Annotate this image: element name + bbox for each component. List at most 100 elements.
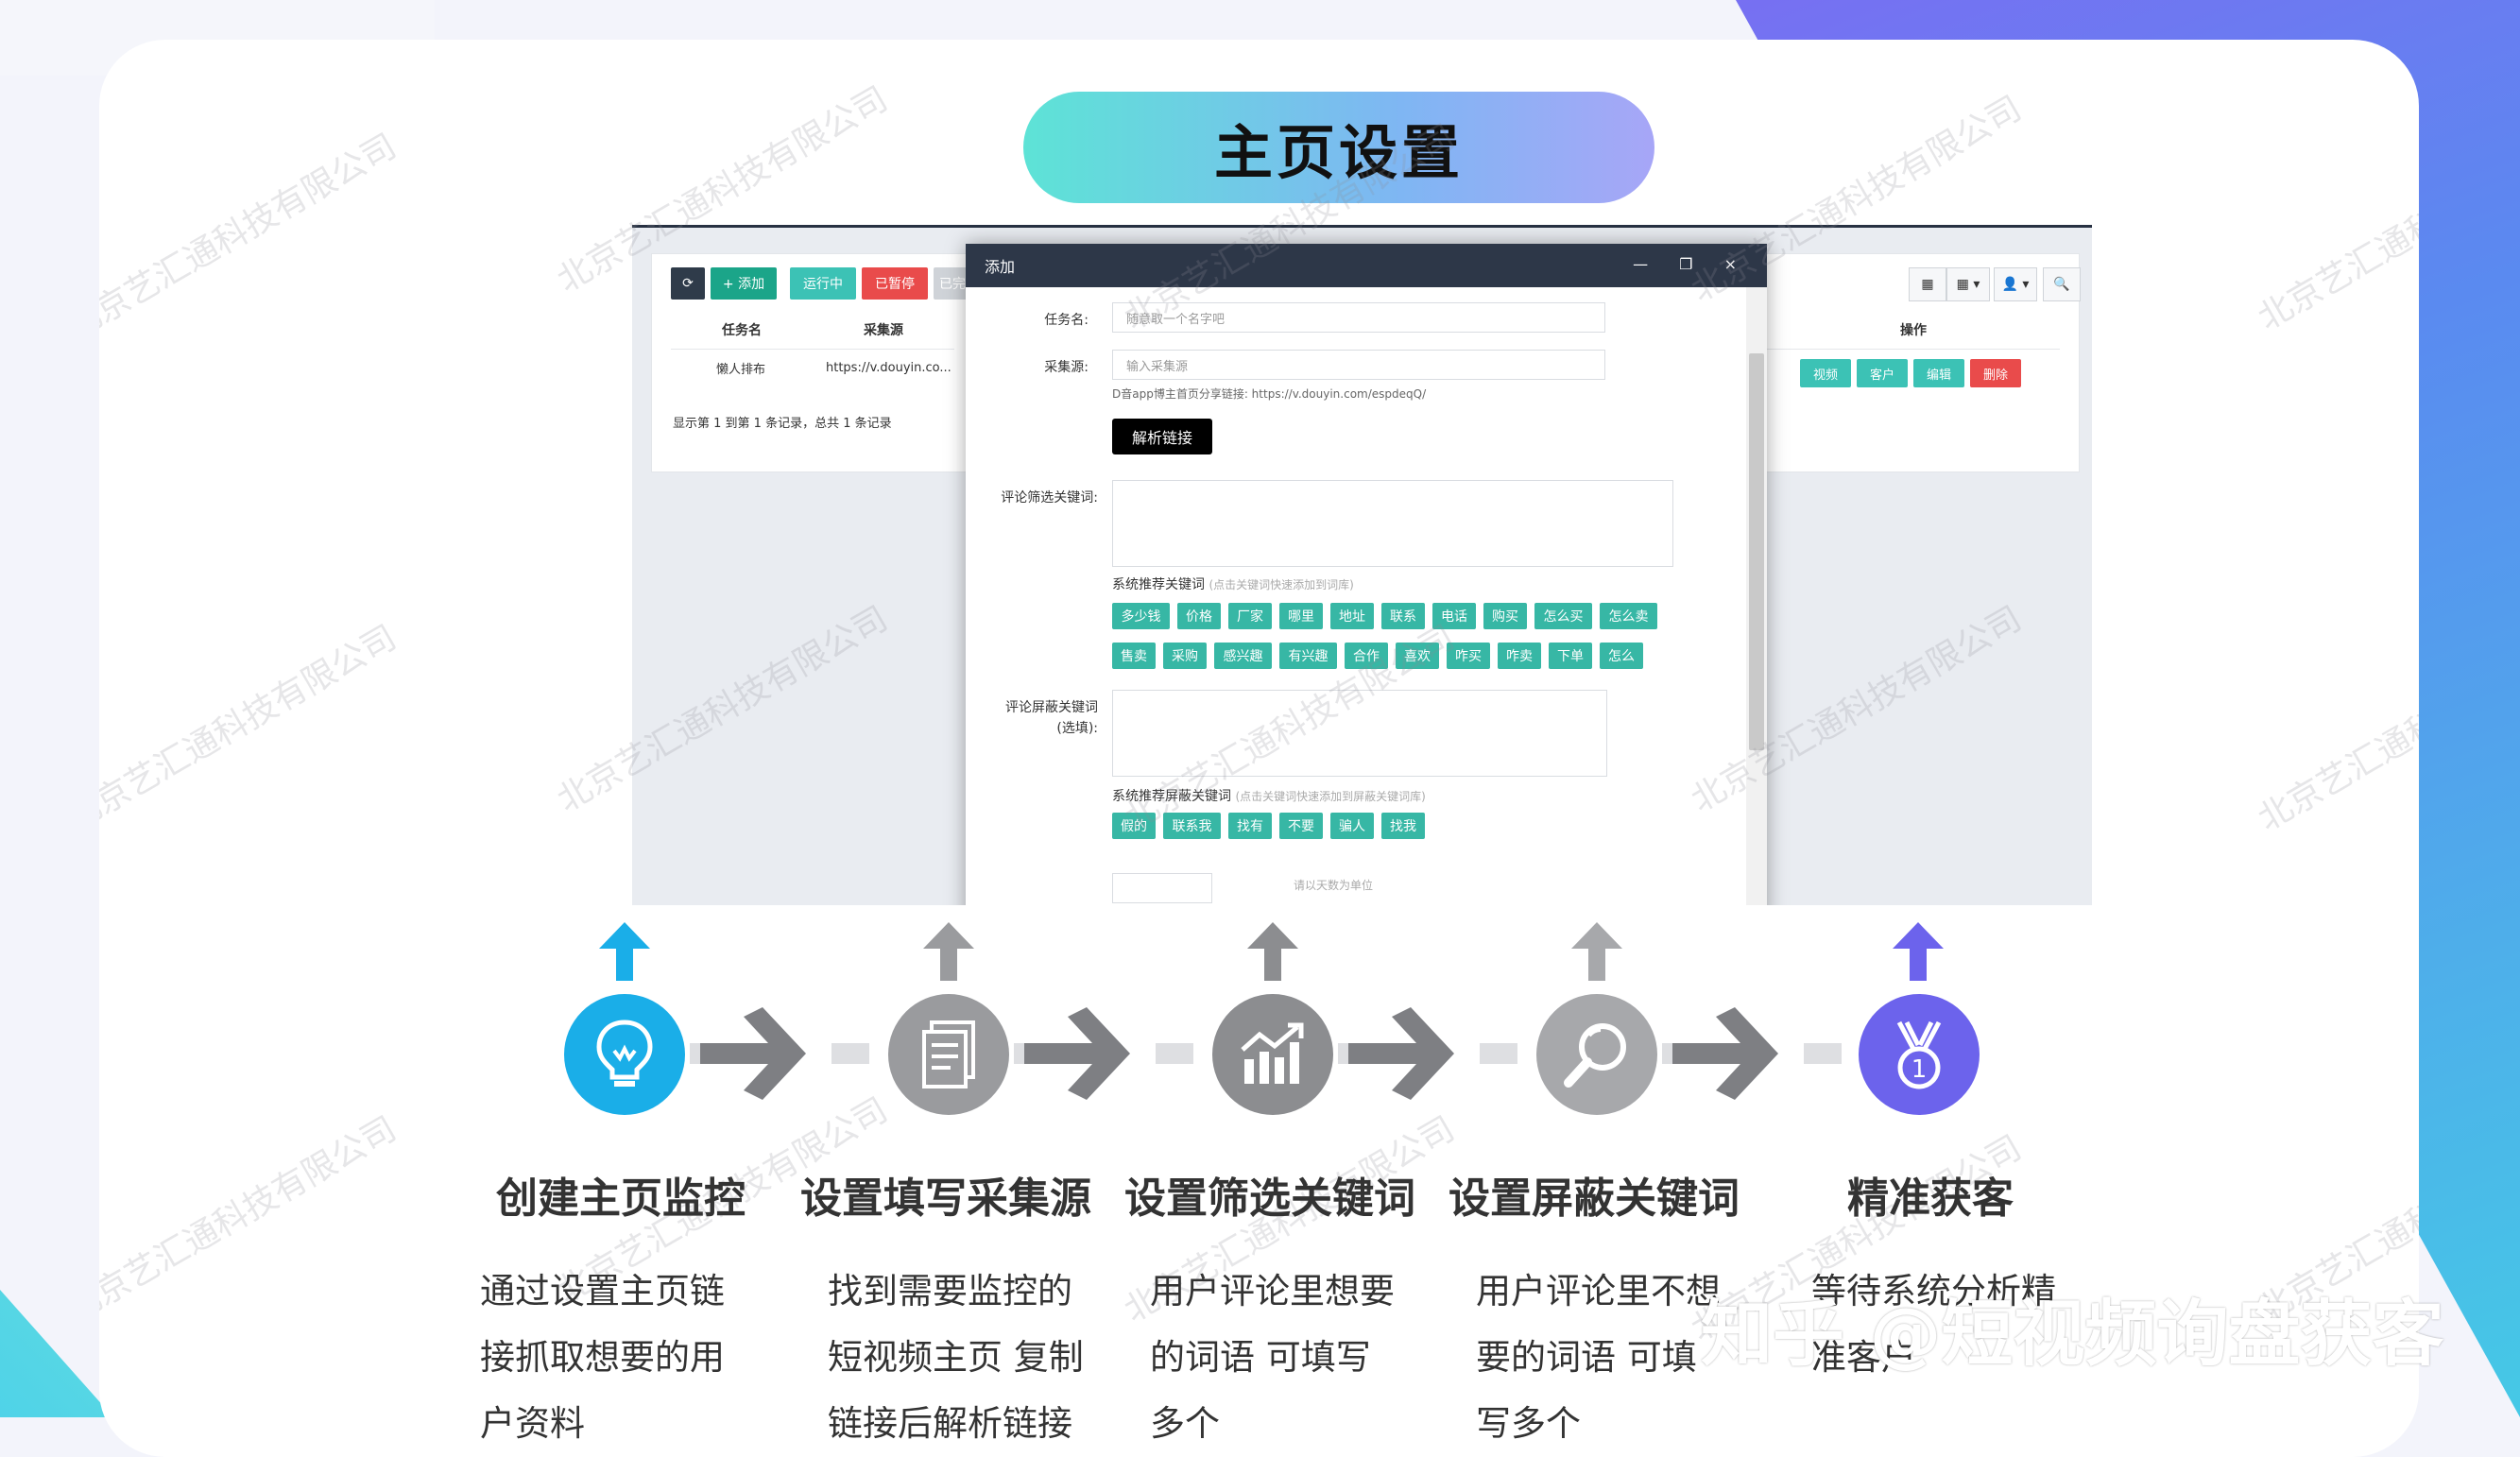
step-desc-line: 用户评论里想要 (1150, 1271, 1395, 1311)
add-button[interactable]: + 添加 (711, 267, 777, 300)
svg-text:1: 1 (1911, 1055, 1928, 1084)
up-arrow-icon (1571, 922, 1622, 981)
watermark: 北京艺汇通科技有限公司 (2252, 618, 2419, 839)
block-keywords-optional: (选填): (1056, 721, 1098, 736)
step-desc-line: 找到需要监控的 (828, 1271, 1072, 1311)
keyword-tag[interactable]: 购买 (1483, 603, 1527, 629)
keyword-tag[interactable]: 感兴趣 (1214, 643, 1272, 669)
days-hint: 请以天数为单位 (1294, 879, 1374, 892)
block-recommend-label: 系统推荐屏蔽关键词 (1112, 789, 1231, 804)
modal-header: 添加 — ❐ × (966, 244, 1767, 287)
refresh-button[interactable]: ⟳ (671, 267, 705, 300)
arrow-right-icon (1024, 1007, 1130, 1100)
keyword-tag[interactable]: 地址 (1330, 603, 1374, 629)
arrow-right-icon (1348, 1007, 1454, 1100)
table-cell-task: 懒人排布 (716, 362, 766, 377)
modal-scrollbar[interactable] (1746, 287, 1767, 905)
step-desc-line: 通过设置主页链 (480, 1271, 725, 1311)
arrow-right-icon (1672, 1007, 1778, 1100)
user-icon[interactable]: 👤 ▾ (1994, 267, 2037, 301)
scrollbar-thumb[interactable] (1749, 353, 1764, 750)
step-medal-circle: 1 (1859, 994, 1980, 1115)
connector-line (1480, 1043, 1517, 1064)
step-desc-line: 链接后解析链接 (828, 1403, 1072, 1444)
keyword-tag[interactable]: 假的 (1112, 813, 1156, 839)
connector-line (1156, 1043, 1193, 1064)
keyword-tag[interactable]: 多少钱 (1112, 603, 1170, 629)
keyword-tag[interactable]: 找有 (1228, 813, 1272, 839)
watermark: 北京艺汇通科技有限公司 (2252, 117, 2419, 338)
step-desc-3: 用户评论里想要 的词语 可填写 多个 (1150, 1259, 1395, 1457)
keyword-tag[interactable]: 合作 (1345, 643, 1388, 669)
keyword-tag[interactable]: 电话 (1432, 603, 1476, 629)
columns-icon[interactable]: ▦ ▾ (1946, 267, 1990, 301)
delete-button[interactable]: 删除 (1970, 359, 2021, 387)
keyword-tag[interactable]: 有兴趣 (1279, 643, 1337, 669)
block-keywords-label: 评论屏蔽关键词 (1005, 700, 1098, 715)
arrow-right-icon (700, 1007, 806, 1100)
keyword-tag[interactable]: 联系我 (1163, 813, 1221, 839)
keyword-tag[interactable]: 下单 (1549, 643, 1592, 669)
step-desc-line: 用户评论里不想 (1476, 1271, 1721, 1311)
block-recommend-heading: 系统推荐屏蔽关键词 (点击关键词快速添加到屏蔽关键词库) (1112, 786, 1426, 805)
block-keywords-textarea[interactable] (1112, 690, 1607, 777)
up-arrow-icon (1247, 922, 1298, 981)
search-icon[interactable]: 🔍 (2043, 267, 2081, 301)
edit-button[interactable]: 编辑 (1913, 359, 1964, 387)
step-title-4: 设置屏蔽关键词 (1449, 1174, 1740, 1223)
step-desc-line: 写多个 (1476, 1403, 1581, 1444)
chart-icon (1241, 1022, 1304, 1084)
filter-keywords-label: 评论筛选关键词: (1001, 490, 1098, 506)
column-header-source: 采集源 (813, 311, 954, 350)
keyword-tag[interactable]: 哪里 (1279, 603, 1323, 629)
keyword-tag[interactable]: 咋买 (1447, 643, 1490, 669)
keyword-tag[interactable]: 咋卖 (1498, 643, 1541, 669)
filter-recommend-heading: 系统推荐关键词 (点击关键词快速添加到词库) (1112, 574, 1354, 593)
keyword-tag[interactable]: 联系 (1381, 603, 1425, 629)
days-input[interactable] (1112, 873, 1212, 903)
step-desc-line: 短视频主页 复制 (828, 1337, 1084, 1378)
step-title-2: 设置填写采集源 (800, 1174, 1091, 1223)
add-task-modal: 添加 — ❐ × 任务名: 随意取一个名字吧 采集源: 输入采集源 D音app博… (966, 244, 1767, 905)
keyword-tag[interactable]: 怎么 (1600, 643, 1643, 669)
step-desc-line: 户资料 (480, 1403, 585, 1444)
pagination-info: 显示第 1 到第 1 条记录，总共 1 条记录 (673, 417, 892, 431)
page-title: 主页设置 (1023, 92, 1654, 203)
step-desc-1: 通过设置主页链 接抓取想要的用 户资料 (480, 1259, 725, 1457)
step-desc-line: 的词语 可填写 (1150, 1337, 1371, 1378)
step-title-5: 精准获客 (1847, 1174, 2014, 1223)
window-controls-icon[interactable]: — ❐ × (1633, 255, 1750, 273)
export-icon[interactable]: ▦ (1909, 267, 1946, 301)
modal-title: 添加 (985, 258, 1016, 276)
keyword-tag[interactable]: 价格 (1177, 603, 1221, 629)
customer-button[interactable]: 客户 (1857, 359, 1908, 387)
task-name-input[interactable]: 随意取一个名字吧 (1112, 302, 1605, 333)
keyword-tag[interactable]: 怎么卖 (1600, 603, 1657, 629)
keyword-tag[interactable]: 骗人 (1330, 813, 1374, 839)
connector-line (1804, 1043, 1842, 1064)
video-button[interactable]: 视频 (1800, 359, 1851, 387)
medal-icon: 1 (1896, 1020, 1942, 1089)
watermark: 北京艺汇通科技有限公司 (99, 618, 403, 839)
up-arrow-icon (599, 922, 650, 981)
filter-paused-button[interactable]: 已暂停 (862, 267, 928, 300)
watermark: 北京艺汇通科技有限公司 (99, 127, 403, 348)
keyword-tag[interactable]: 采购 (1163, 643, 1207, 669)
filter-keywords-textarea[interactable] (1112, 480, 1673, 567)
step-lightbulb-circle (564, 994, 685, 1115)
parse-link-button[interactable]: 解析链接 (1112, 419, 1212, 454)
keyword-tag[interactable]: 厂家 (1228, 603, 1272, 629)
keyword-tag[interactable]: 喜欢 (1396, 643, 1439, 669)
source-input[interactable]: 输入采集源 (1112, 350, 1605, 380)
app-screenshot: ⟳ + 添加 运行中 已暂停 已完 ▦ ▦ ▾ 👤 ▾ 🔍 任务名 采集源 操作… (632, 225, 2092, 905)
table-cell-source: https://v.douyin.co... (826, 360, 951, 375)
connector-line (831, 1043, 869, 1064)
keyword-tag[interactable]: 不要 (1279, 813, 1323, 839)
filter-running-button[interactable]: 运行中 (790, 267, 856, 300)
keyword-tag[interactable]: 售卖 (1112, 643, 1156, 669)
keyword-tag[interactable]: 找我 (1381, 813, 1425, 839)
step-desc-line: 多个 (1150, 1403, 1220, 1444)
step-desc-4: 用户评论里不想 要的词语 可填 写多个 (1476, 1259, 1721, 1457)
keyword-tag[interactable]: 怎么买 (1534, 603, 1592, 629)
lightbulb-icon (596, 1020, 653, 1087)
